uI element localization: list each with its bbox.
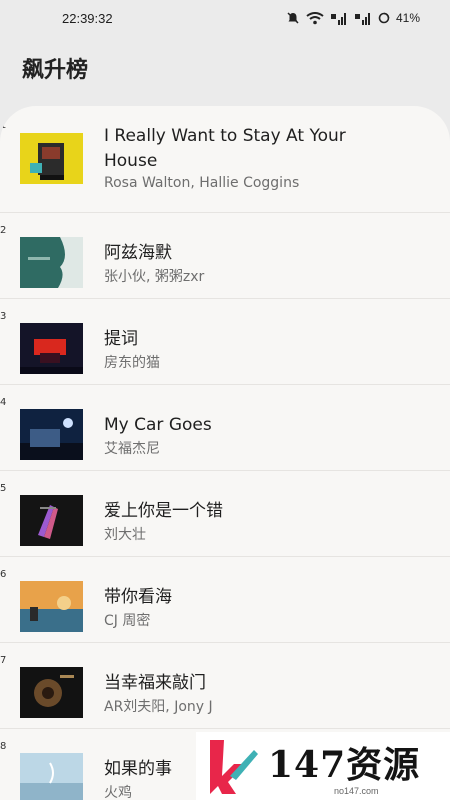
song-row-1[interactable]: 1 I Really Want to Stay At Your House Ro… — [0, 106, 450, 213]
song-row-2[interactable]: 2 阿兹海默 张小伙, 粥粥zxr — [0, 213, 450, 299]
watermark: 147资源网 no147.com — [196, 732, 450, 800]
wifi-icon — [306, 11, 324, 25]
song-row-3[interactable]: 3 提词 房东的猫 — [0, 299, 450, 385]
song-title: 爱上你是一个错 — [104, 501, 223, 521]
song-title: My Car Goes — [104, 415, 212, 435]
song-rank: 8 — [0, 741, 7, 752]
album-cover — [20, 323, 83, 374]
song-rank: 6 — [0, 569, 7, 580]
signal-icon-1 — [330, 12, 348, 25]
song-rank: 4 — [0, 397, 7, 408]
song-rank: 5 — [0, 483, 7, 494]
mute-icon — [286, 11, 300, 25]
signal-icon-2 — [354, 12, 372, 25]
status-time: 22:39:32 — [62, 10, 113, 26]
watermark-domain: no147.com — [334, 786, 379, 796]
song-artist: 刘大壮 — [104, 527, 146, 543]
watermark-logo-icon — [206, 736, 262, 800]
song-artist: CJ 周密 — [104, 613, 151, 629]
song-title: 提词 — [104, 329, 138, 349]
album-cover — [20, 581, 83, 632]
song-rank: 1 — [0, 120, 7, 131]
song-artist: 房东的猫 — [104, 355, 160, 371]
song-rank: 3 — [0, 311, 7, 322]
page-title: 飙升榜 — [22, 58, 89, 83]
song-artist: Rosa Walton, Hallie Coggins — [104, 175, 300, 191]
song-title: I Really Want to Stay At Your House — [104, 126, 346, 171]
album-cover — [20, 495, 83, 546]
song-list-sheet: 1 I Really Want to Stay At Your House Ro… — [0, 106, 450, 800]
song-row-7[interactable]: 7 当幸福来敲门 AR刘夫阳, Jony J — [0, 643, 450, 729]
song-artist: 艾福杰尼 — [104, 441, 160, 457]
song-title: 带你看海 — [104, 587, 172, 607]
song-rank: 7 — [0, 655, 7, 666]
status-icons: 41% — [286, 11, 420, 25]
song-row-4[interactable]: 4 My Car Goes 艾福杰尼 — [0, 385, 450, 471]
status-bar: 22:39:32 41% — [0, 0, 450, 36]
album-cover — [20, 753, 83, 800]
album-cover — [20, 409, 83, 460]
song-title: 当幸福来敲门 — [104, 673, 206, 693]
song-title: 阿兹海默 — [104, 243, 172, 263]
album-cover — [20, 667, 83, 718]
song-rank: 2 — [0, 225, 7, 236]
song-row-5[interactable]: 5 爱上你是一个错 刘大壮 — [0, 471, 450, 557]
song-row-6[interactable]: 6 带你看海 CJ 周密 — [0, 557, 450, 643]
song-artist: 张小伙, 粥粥zxr — [104, 269, 205, 285]
battery-percent: 41% — [395, 11, 420, 25]
song-artist: AR刘夫阳, Jony J — [104, 699, 213, 715]
battery-icon — [378, 12, 390, 24]
album-cover — [20, 237, 83, 288]
album-cover — [20, 133, 83, 184]
